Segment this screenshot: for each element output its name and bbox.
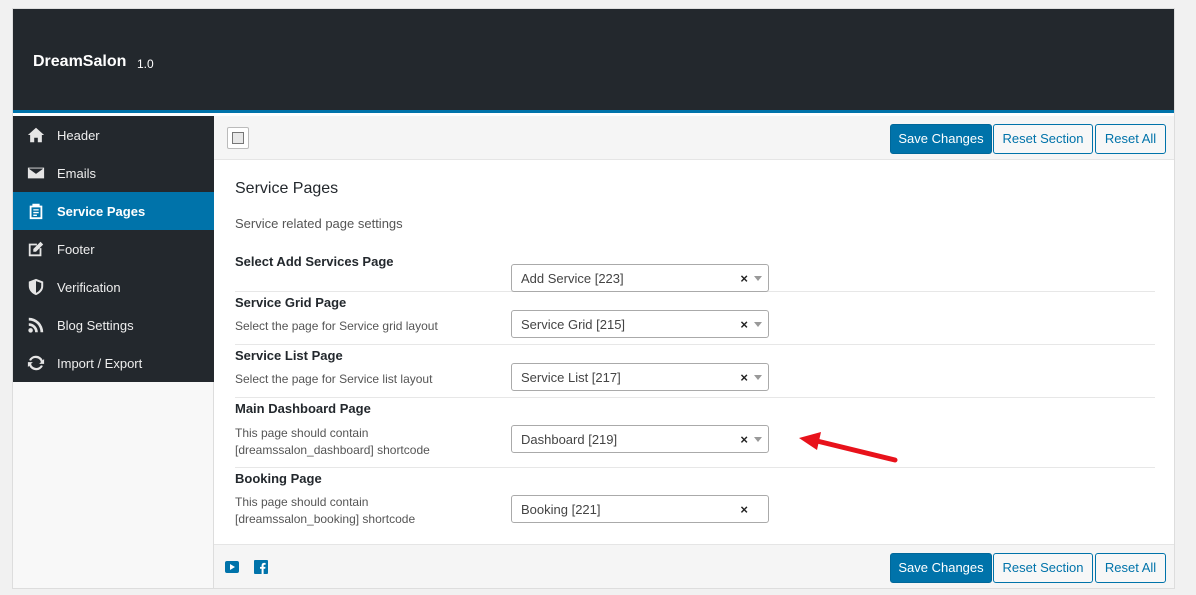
field-description: Select the page for Service list layout [235, 372, 433, 386]
save-changes-button[interactable]: Save Changes [890, 124, 992, 154]
field-label: Service List Page [235, 348, 343, 363]
field-description: This page should contain [dreamssalon_da… [235, 426, 430, 457]
section-title: Service Pages [235, 180, 339, 197]
service-list-page-select[interactable]: Service List [217] × [511, 363, 769, 391]
chevron-down-icon [754, 322, 762, 327]
booking-page-select[interactable]: Booking [221] × [511, 495, 769, 523]
sidebar-item-header[interactable]: Header [13, 116, 214, 154]
select-value: Dashboard [219] [521, 432, 618, 447]
field-booking-page: Booking Page This page should contain [d… [235, 468, 1155, 538]
chevron-down-icon [754, 276, 762, 281]
section-description: Service related page settings [235, 216, 403, 231]
section-content: Service Pages Service related page setti… [214, 160, 1174, 544]
layout-icon [232, 132, 244, 144]
app-title: DreamSalon [33, 53, 127, 70]
sidebar-item-service-pages[interactable]: Service Pages [13, 192, 214, 230]
clipboard-icon [26, 201, 46, 221]
sidebar-item-label: Verification [57, 279, 121, 295]
sidebar-filler [13, 382, 214, 588]
sidebar-item-label: Header [57, 127, 100, 143]
field-service-grid-page: Service Grid Page Select the page for Se… [235, 292, 1155, 345]
sidebar-item-label: Emails [57, 165, 97, 181]
edit-icon [26, 239, 46, 259]
field-add-services-page: Select Add Services Page Add Service [22… [235, 246, 1155, 292]
envelope-icon [26, 163, 46, 183]
layout-toggle-button[interactable] [227, 127, 249, 149]
chevron-down-icon [754, 437, 762, 442]
youtube-icon[interactable] [225, 560, 239, 574]
field-label: Service Grid Page [235, 295, 347, 310]
refresh-icon [26, 353, 46, 373]
clear-icon[interactable]: × [740, 432, 748, 447]
rss-icon [26, 315, 46, 335]
sidebar-item-footer[interactable]: Footer [13, 230, 214, 268]
sidebar: Header Emails Service Pages Footer Verif… [13, 116, 214, 382]
field-description: This page should contain [dreamssalon_bo… [235, 495, 416, 526]
options-toolbar-bottom: Save Changes Reset Section Reset All [214, 544, 1174, 588]
field-label: Main Dashboard Page [235, 401, 371, 416]
field-main-dashboard-page: Main Dashboard Page This page should con… [235, 398, 1155, 468]
reset-section-button[interactable]: Reset Section [993, 124, 1093, 154]
shield-icon [26, 277, 46, 297]
facebook-icon[interactable] [254, 560, 268, 574]
clear-icon[interactable]: × [740, 317, 748, 332]
clear-icon[interactable]: × [740, 502, 748, 517]
annotation-arrow-icon [799, 432, 898, 463]
home-icon [26, 125, 46, 145]
sidebar-item-emails[interactable]: Emails [13, 154, 214, 192]
app-version: 1.0 [137, 57, 154, 71]
chevron-down-icon [754, 375, 762, 380]
options-panel: DreamSalon 1.0 Header Emails Service Pag… [12, 8, 1175, 589]
options-toolbar-top: Save Changes Reset Section Reset All [214, 116, 1174, 160]
select-value: Service Grid [215] [521, 317, 626, 332]
field-label: Booking Page [235, 471, 322, 486]
main-dashboard-page-select[interactable]: Dashboard [219] × [511, 425, 769, 453]
select-value: Booking [221] [521, 502, 601, 517]
sidebar-item-label: Footer [57, 241, 95, 257]
clear-icon[interactable]: × [740, 271, 748, 286]
reset-all-button[interactable]: Reset All [1095, 124, 1166, 154]
reset-section-button-bottom[interactable]: Reset Section [993, 553, 1093, 583]
service-grid-page-select[interactable]: Service Grid [215] × [511, 310, 769, 338]
save-changes-button-bottom[interactable]: Save Changes [890, 553, 992, 583]
reset-all-button-bottom[interactable]: Reset All [1095, 553, 1166, 583]
sidebar-item-verification[interactable]: Verification [13, 268, 214, 306]
field-service-list-page: Service List Page Select the page for Se… [235, 345, 1155, 398]
field-label: Select Add Services Page [235, 254, 394, 269]
add-services-page-select[interactable]: Add Service [223] × [511, 264, 769, 292]
sidebar-item-label: Blog Settings [57, 317, 134, 333]
sidebar-item-import-export[interactable]: Import / Export [13, 344, 214, 382]
sidebar-item-label: Service Pages [57, 203, 146, 219]
sidebar-item-blog-settings[interactable]: Blog Settings [13, 306, 214, 344]
app-header: DreamSalon 1.0 [13, 9, 1174, 113]
sidebar-item-label: Import / Export [57, 355, 143, 371]
field-description: Select the page for Service grid layout [235, 319, 438, 333]
select-value: Add Service [223] [521, 271, 624, 286]
select-value: Service List [217] [521, 370, 621, 385]
clear-icon[interactable]: × [740, 370, 748, 385]
